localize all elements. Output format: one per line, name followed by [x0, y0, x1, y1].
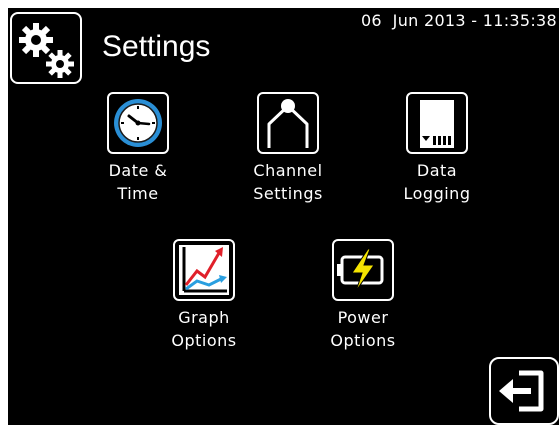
power-options-button-frame	[332, 239, 394, 301]
power-options-label: Power Options	[303, 306, 423, 352]
menu-item-data-logging[interactable]: Data Logging	[377, 92, 497, 205]
device-screen: Settings 06 Jun 2013 - 11:35:38 Date & T…	[8, 8, 559, 425]
channel-settings-label-line1: Channel	[253, 161, 323, 180]
date-time-button-frame	[107, 92, 169, 154]
date-time-label: Date & Time	[78, 159, 198, 205]
data-logging-button-frame	[406, 92, 468, 154]
data-logging-label-line1: Data	[416, 161, 458, 180]
graph-options-button-frame	[173, 239, 235, 301]
gears-icon	[19, 23, 74, 78]
battery-icon	[337, 248, 384, 292]
date-time-label-line2: Time	[117, 184, 159, 203]
graph-icon	[179, 245, 229, 295]
graph-options-label: Graph Options	[144, 306, 264, 352]
datetime-display: 06 Jun 2013 - 11:35:38	[360, 11, 557, 30]
menu-item-channel-settings[interactable]: Channel Settings	[228, 92, 348, 205]
channel-settings-label-line2: Settings	[253, 184, 323, 203]
channel-settings-button-frame	[257, 92, 319, 154]
probe-icon	[267, 99, 309, 148]
menu-item-graph-options[interactable]: Graph Options	[144, 239, 264, 352]
clock-icon	[114, 99, 162, 147]
channel-settings-label: Channel Settings	[228, 159, 348, 205]
data-logging-label-line2: Logging	[403, 184, 471, 203]
date-time-label-line1: Date &	[108, 161, 168, 180]
exit-icon	[499, 370, 544, 412]
graph-options-label-line2: Options	[171, 331, 237, 350]
power-options-label-line2: Options	[330, 331, 396, 350]
page-title: Settings	[102, 30, 211, 63]
power-options-label-line1: Power	[337, 308, 389, 327]
settings-header-icon	[10, 12, 82, 84]
graph-options-label-line1: Graph	[178, 308, 230, 327]
sd-card-icon	[420, 100, 454, 148]
menu-item-date-time[interactable]: Date & Time	[78, 92, 198, 205]
exit-button[interactable]	[489, 357, 559, 425]
data-logging-label: Data Logging	[377, 159, 497, 205]
menu-item-power-options[interactable]: Power Options	[303, 239, 423, 352]
